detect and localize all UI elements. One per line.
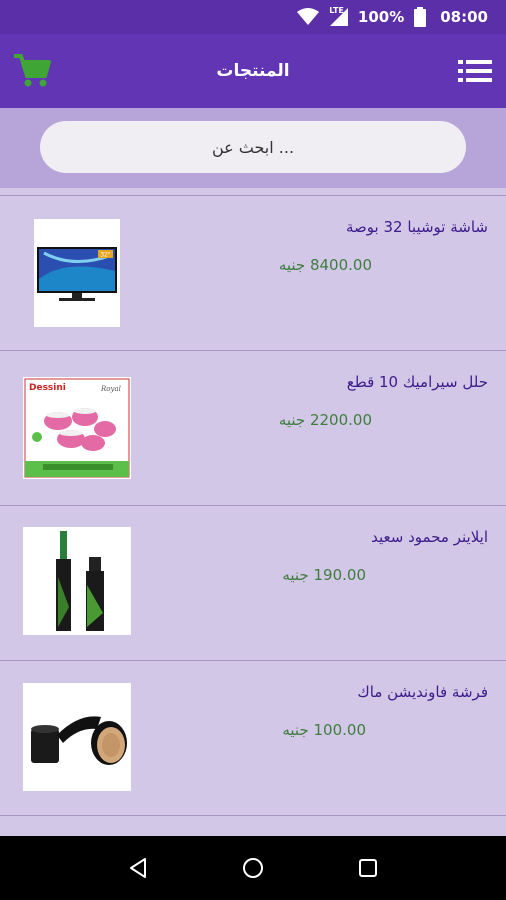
product-name: ايلاينر محمود سعيد xyxy=(371,528,488,546)
list-divider xyxy=(0,188,506,196)
list-item[interactable]: شاشة توشيبا 32 بوصة 8400.00 جنيه 32" xyxy=(0,196,506,351)
wifi-icon xyxy=(297,8,320,26)
system-nav-bar xyxy=(0,836,506,900)
eyeliner-image xyxy=(23,527,131,635)
cellular-signal-icon: LTE xyxy=(329,6,348,26)
list-item[interactable]: ايلاينر محمود سعيد 190.00 جنيه xyxy=(0,506,506,661)
product-name: فرشة فاونديشن ماك xyxy=(357,683,488,701)
list-item[interactable]: حلل سيراميك 10 قطع 2200.00 جنيه Dessini … xyxy=(0,351,506,506)
search-area xyxy=(0,108,506,188)
tv-image: 32" xyxy=(34,219,120,327)
menu-list-icon[interactable] xyxy=(458,58,492,84)
recents-icon[interactable] xyxy=(353,853,383,883)
list-item[interactable]: فرشة فاونديشن ماك 100.00 جنيه xyxy=(0,661,506,816)
page-title: المنتجات xyxy=(216,61,290,81)
battery-percent: 100% xyxy=(357,8,405,26)
app-bar: المنتجات xyxy=(0,34,506,108)
product-name: حلل سيراميك 10 قطع xyxy=(346,373,488,391)
battery-icon xyxy=(414,7,427,27)
search-input[interactable] xyxy=(40,121,466,173)
tv-size-badge: 32" xyxy=(100,252,111,259)
clock: 08:00 xyxy=(440,8,488,26)
cookware-script: Royal xyxy=(100,385,121,393)
product-price: 190.00 جنيه xyxy=(282,566,366,584)
product-price: 8400.00 جنيه xyxy=(278,256,372,274)
back-icon[interactable] xyxy=(123,853,153,883)
product-price: 2200.00 جنيه xyxy=(278,411,372,429)
cookware-brand: Dessini xyxy=(29,383,66,393)
status-bar: LTE 100% 08:00 xyxy=(0,0,506,34)
cookware-set-image: Dessini Royal xyxy=(23,377,131,479)
shopping-cart-icon[interactable] xyxy=(12,50,52,90)
home-icon[interactable] xyxy=(238,853,268,883)
product-price: 100.00 جنيه xyxy=(282,721,366,739)
product-list[interactable]: شاشة توشيبا 32 بوصة 8400.00 جنيه 32" حلل… xyxy=(0,188,506,836)
foundation-brush-image xyxy=(23,683,131,791)
product-name: شاشة توشيبا 32 بوصة xyxy=(346,218,488,236)
